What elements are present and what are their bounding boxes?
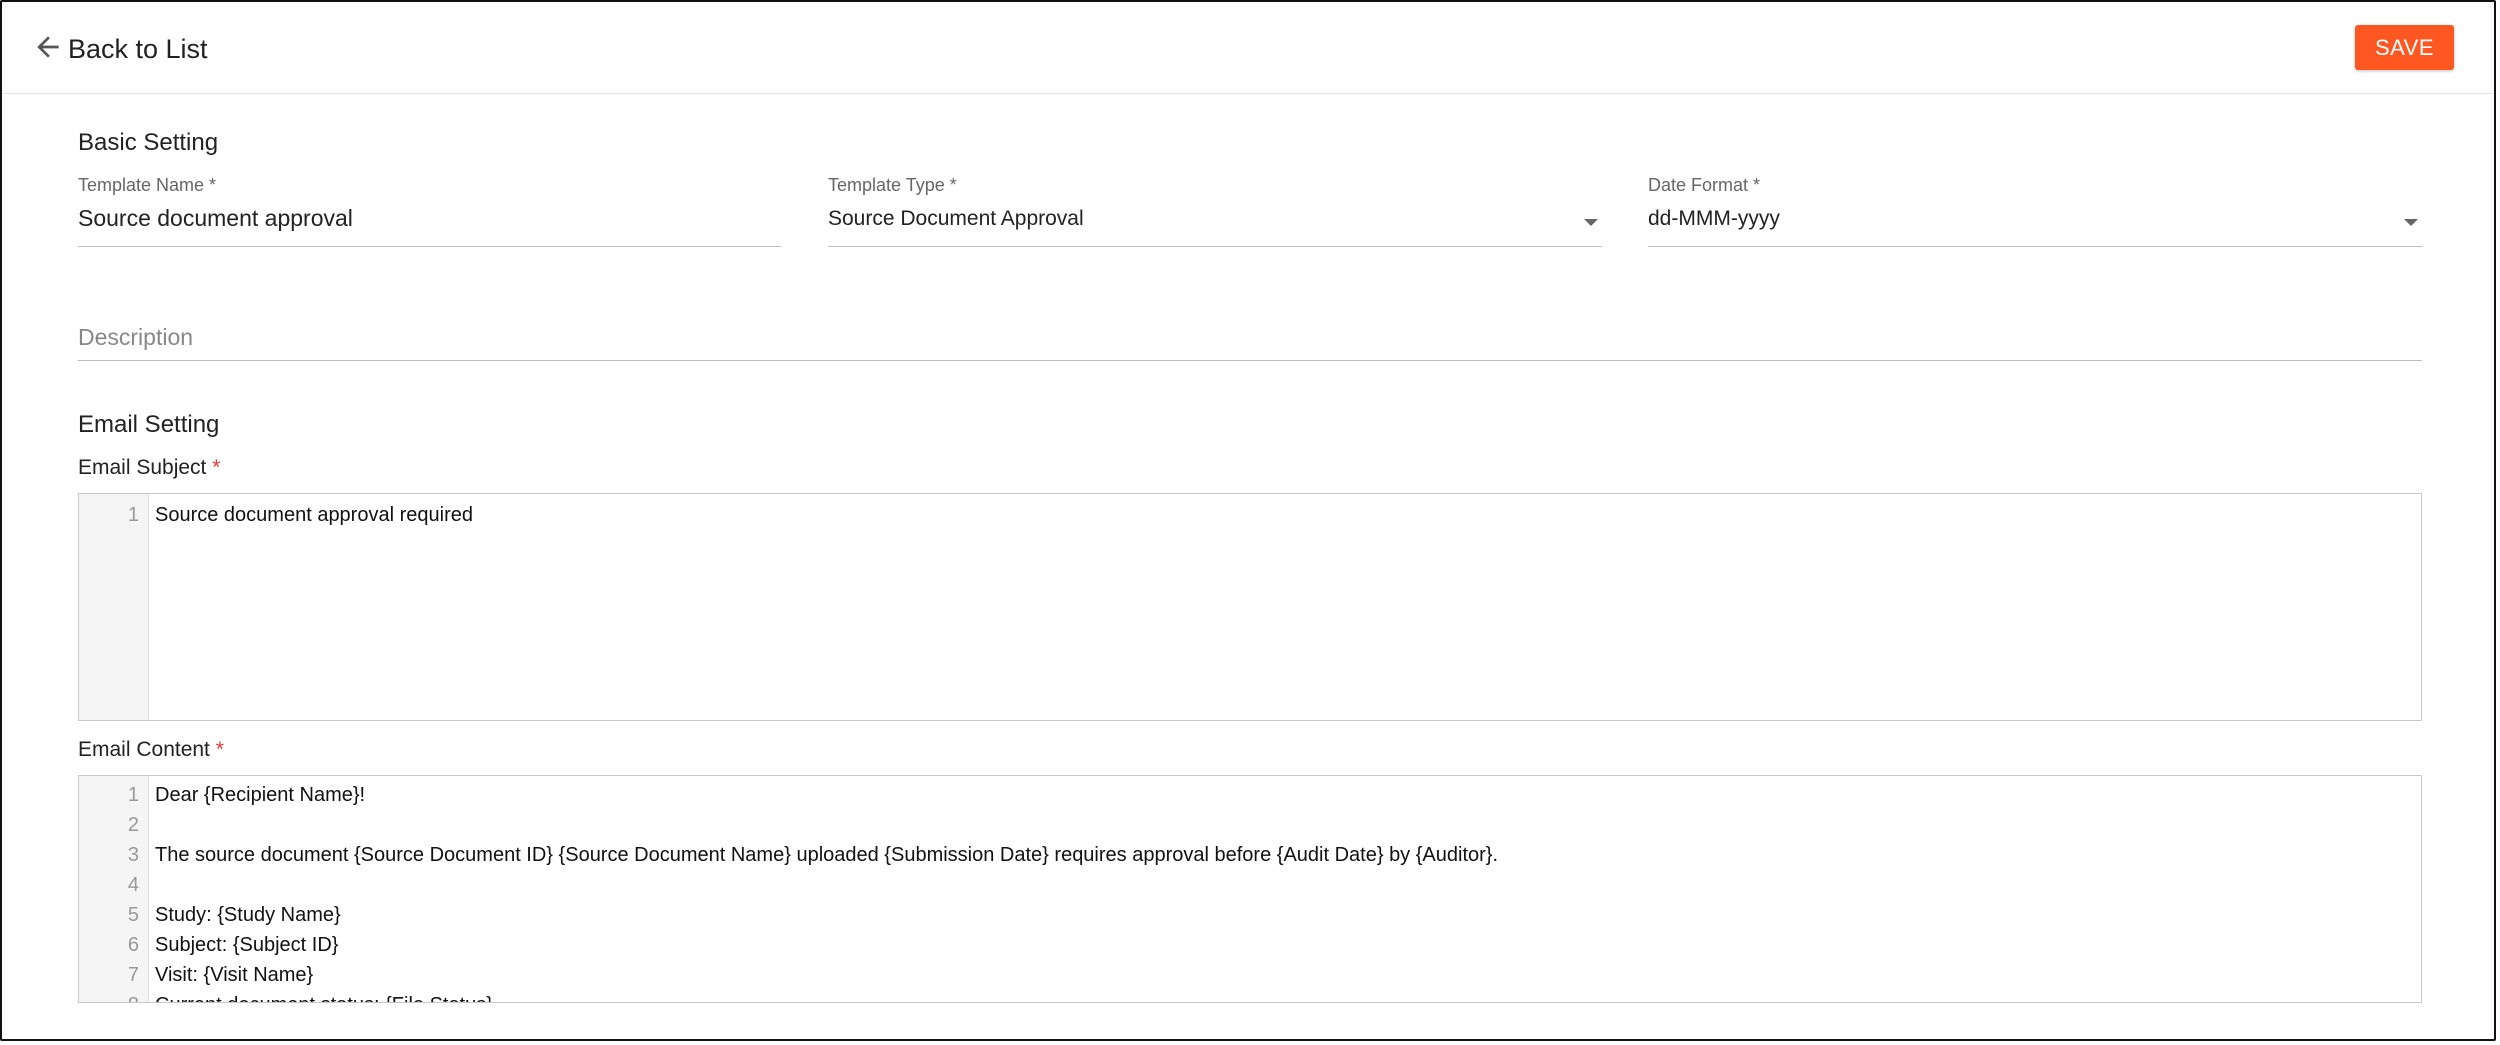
save-button[interactable]: SAVE [2355,25,2454,70]
back-to-list-label: Back to List [68,33,208,64]
line-number: 4 [127,874,139,896]
arrow-left-icon [32,31,68,68]
editor-line: 2 [79,810,2421,840]
description-underline [78,360,2422,361]
line-number: 1 [127,504,139,526]
editor-line: 5 Study: {Study Name} [79,900,2421,930]
template-name-input[interactable]: Source document approval [78,205,353,232]
date-format-label: Date Format * [1648,175,1761,195]
line-number: 8 [79,990,139,1002]
dropdown-caret-icon[interactable] [2404,219,2418,226]
line-text[interactable]: The source document {Source Document ID}… [155,840,1498,870]
line-text[interactable]: Subject: {Subject ID} [155,930,338,960]
line-number: 5 [127,904,139,926]
line-text[interactable]: Study: {Study Name} [155,900,341,930]
description-field[interactable]: Description [78,324,2422,362]
email-content-editor[interactable]: 1 Dear {Recipient Name}! 2 3 The source … [78,775,2422,1003]
email-subject-editor[interactable]: 1 Source document approval required [78,493,2422,721]
basic-setting-title: Basic Setting [78,129,219,156]
editor-line: 4 [79,870,2421,900]
editor-line: 3 The source document {Source Document I… [79,840,2421,870]
template-name-underline [78,246,781,247]
template-name-label: Template Name * [78,175,217,195]
editor-line: 1 Dear {Recipient Name}! [79,780,2421,810]
line-number: 2 [127,814,139,836]
top-bar: Back to List SAVE [2,2,2494,94]
template-name-field[interactable]: Template Name * Source document approval [78,175,781,247]
template-type-value[interactable]: Source Document Approval [828,207,1084,231]
date-format-underline [1648,246,2422,247]
email-subject-label: Email Subject * [78,456,221,479]
template-type-label: Template Type * [828,175,957,195]
app-window: Back to List SAVE Basic Setting Template… [0,0,2496,1041]
date-format-value[interactable]: dd-MMM-yyyy [1648,207,1780,231]
editor-line: 1 Source document approval required [79,500,2421,530]
email-setting-title: Email Setting [78,411,220,438]
line-text[interactable]: Dear {Recipient Name}! [155,780,365,810]
editor-line: 6 Subject: {Subject ID} [79,930,2421,960]
description-placeholder: Description [78,324,194,350]
line-text[interactable]: Current document status: {File Status} [155,990,493,1002]
dropdown-caret-icon[interactable] [1584,219,1598,226]
template-type-underline [828,246,1602,247]
line-text[interactable]: Visit: {Visit Name} [155,960,313,990]
line-text[interactable]: Source document approval required [155,500,473,530]
line-number: 6 [127,934,139,956]
template-type-select[interactable]: Template Type * Source Document Approval [828,175,1602,247]
line-number: 3 [127,844,139,866]
editor-line: 8 Current document status: {File Status} [79,990,2421,1002]
required-marker: * [215,738,224,761]
editor-line: 7 Visit: {Visit Name} [79,960,2421,990]
line-number: 1 [127,784,139,806]
back-to-list-link[interactable]: Back to List [32,31,208,67]
email-content-label: Email Content * [78,738,224,761]
line-number: 7 [127,964,139,986]
required-marker: * [212,456,221,479]
date-format-select[interactable]: Date Format * dd-MMM-yyyy [1648,175,2422,247]
